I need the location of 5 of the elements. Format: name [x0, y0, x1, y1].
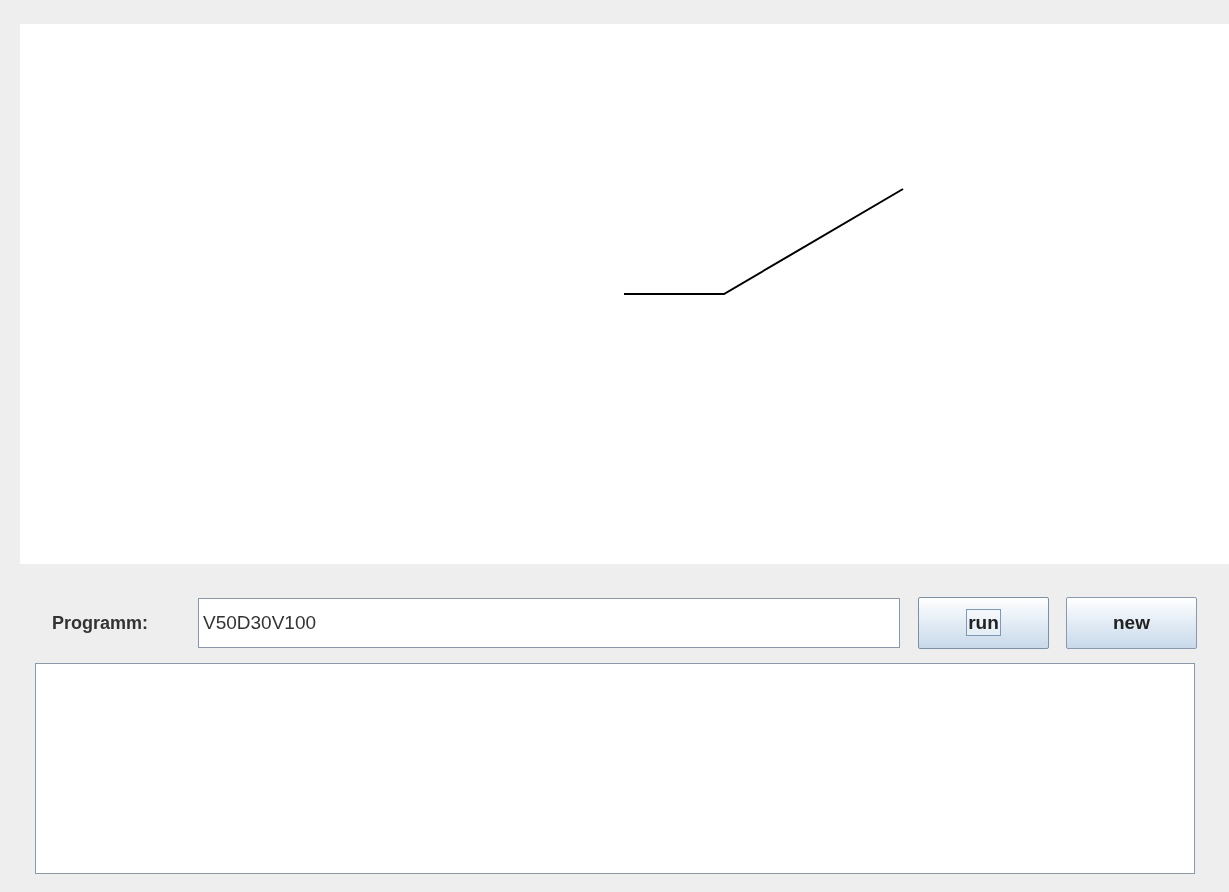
- new-button[interactable]: new: [1066, 597, 1197, 649]
- program-label: Programm:: [52, 612, 150, 634]
- run-button[interactable]: run: [918, 597, 1049, 649]
- output-area[interactable]: [35, 663, 1195, 874]
- program-field[interactable]: V50D30V100: [198, 598, 900, 648]
